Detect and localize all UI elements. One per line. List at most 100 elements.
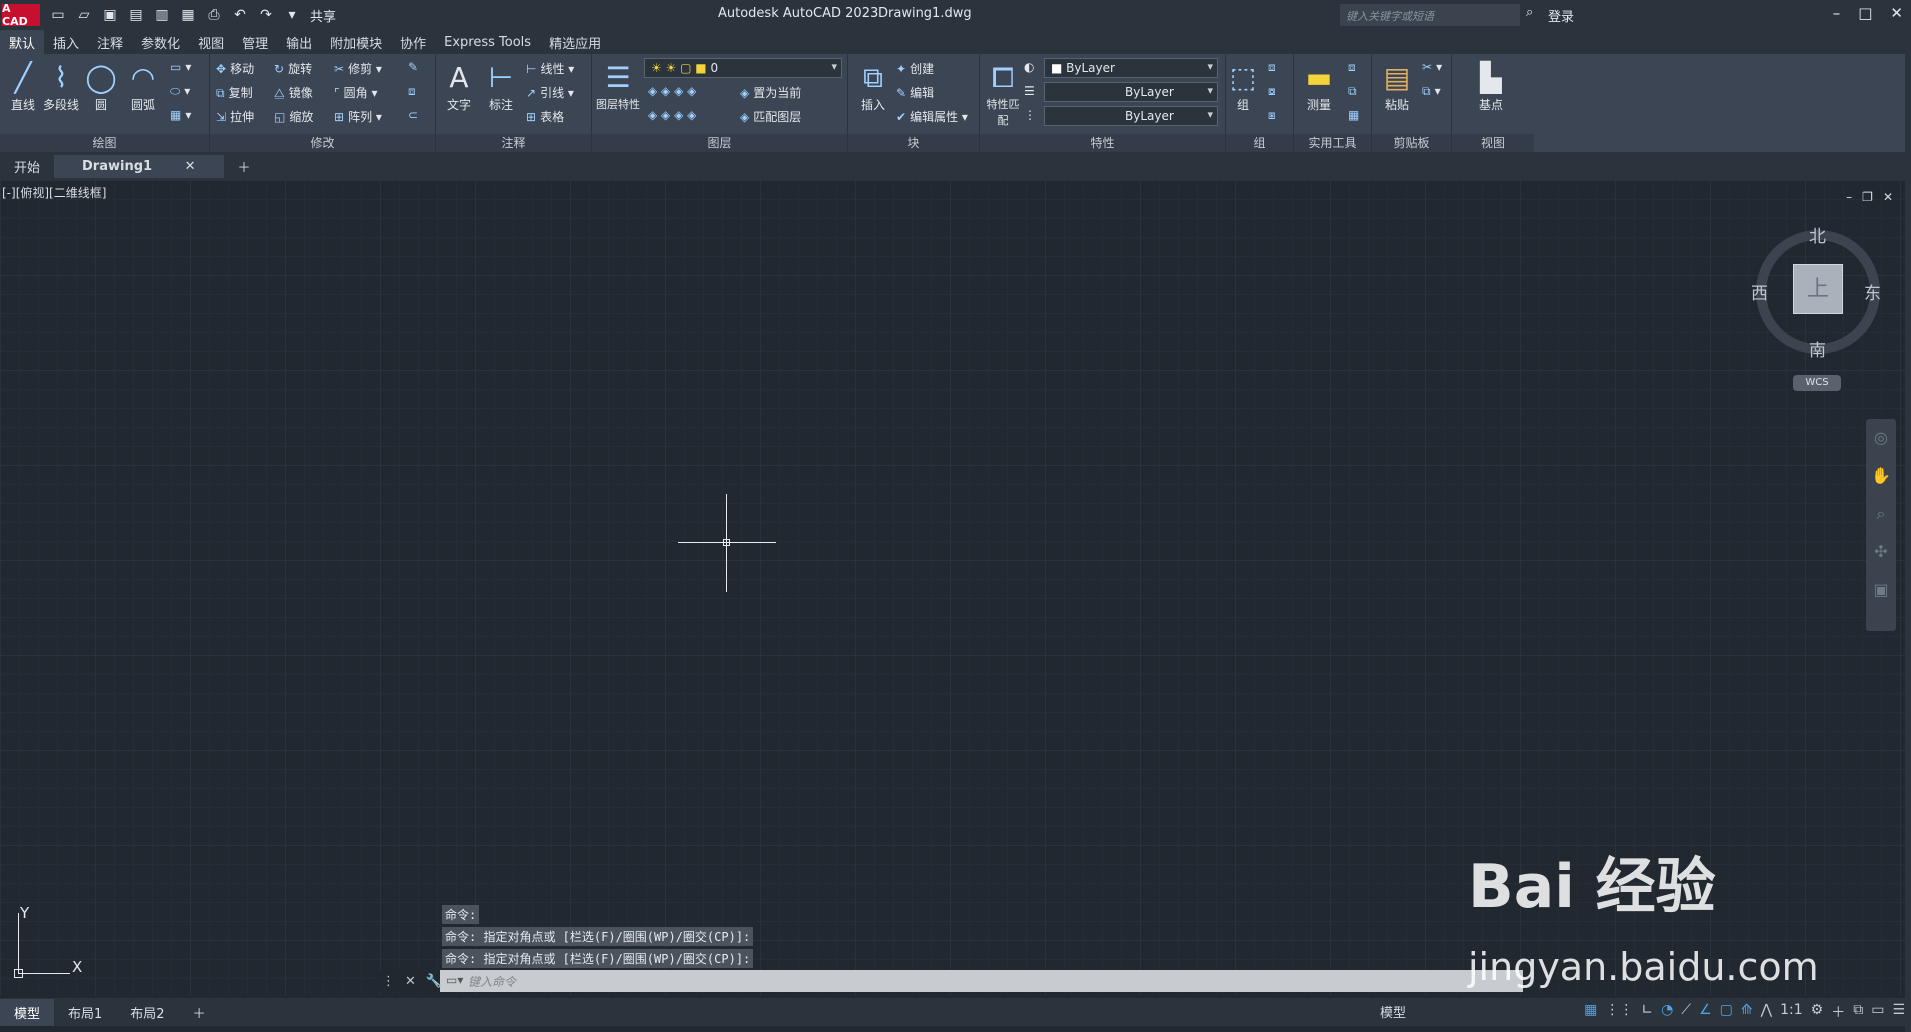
copy-clip-icon[interactable]: ⧉ ▾ (1422, 84, 1441, 99)
tab-parametric[interactable]: 参数化 (132, 30, 189, 55)
leader-button[interactable]: ↗ 引线 ▾ (526, 84, 574, 101)
polar-icon[interactable]: ◔ (1661, 1002, 1673, 1022)
quick-select-icon[interactable]: ⧈ (1348, 60, 1360, 75)
tab-start[interactable]: 开始 (0, 153, 54, 180)
redo-icon[interactable]: ↷ (256, 5, 276, 25)
offset-icon[interactable]: ⊂ (408, 108, 422, 122)
linetype-icon[interactable]: ☰ (1024, 84, 1035, 98)
compass-west[interactable]: 西 (1751, 279, 1768, 304)
login-button[interactable]: 登录 (1548, 6, 1574, 25)
panel-label-clipboard[interactable]: 剪贴板 (1372, 134, 1451, 152)
rectangle-icon[interactable]: ▭ ▾ (170, 60, 191, 74)
tab-collaborate[interactable]: 协作 (391, 30, 435, 55)
showmotion-icon[interactable]: ▣ (1866, 571, 1896, 609)
panel-label-modify[interactable]: 修改 (210, 134, 435, 152)
tab-output[interactable]: 输出 (277, 30, 321, 55)
lineweight-icon[interactable]: ⋮ (1024, 108, 1036, 122)
set-current-button[interactable]: ◈ 置为当前 (740, 84, 801, 101)
line-button[interactable]: ╱ 直线 (2, 60, 44, 113)
search-input[interactable]: 键入关键字或短语 (1340, 4, 1520, 26)
fillet-button[interactable]: ⌜ 圆角 ▾ (334, 84, 377, 101)
panel-label-draw[interactable]: 绘图 (0, 134, 209, 152)
steering-wheel-icon[interactable]: ◎ (1866, 419, 1896, 457)
pan-icon[interactable]: ✋ (1866, 457, 1896, 495)
linetype-dropdown[interactable]: ByLayer (1044, 82, 1218, 102)
annotation-visibility-icon[interactable]: ⟰ (1741, 1002, 1753, 1022)
scale-button[interactable]: ◱ 缩放 (274, 108, 313, 125)
menu-icon[interactable]: ☰ (1892, 1002, 1905, 1022)
app-logo[interactable]: A CAD (2, 2, 40, 28)
wcs-menu[interactable]: WCS (1793, 375, 1841, 391)
match-layer-button[interactable]: ◈ 匹配图层 (740, 108, 801, 125)
panel-label-utilities[interactable]: 实用工具 (1294, 134, 1371, 152)
grip-icon[interactable]: ⋮ (382, 974, 395, 989)
isolate-icon[interactable]: ⧉ (1853, 1002, 1863, 1022)
print-icon[interactable]: ⎙ (204, 5, 224, 25)
command-input[interactable]: 键入命令 (440, 973, 1523, 990)
share-button[interactable]: 共享 (310, 6, 336, 25)
ortho-icon[interactable]: ∟ (1641, 1002, 1653, 1022)
grid-icon[interactable]: ▦ (1584, 1002, 1597, 1022)
viewport-minimize-icon[interactable]: – (1846, 190, 1852, 204)
base-point-button[interactable]: ▙ 基点 (1470, 60, 1512, 113)
mirror-button[interactable]: ⧋ 镜像 (274, 84, 313, 101)
group-select-icon[interactable]: ⧆ (1268, 108, 1280, 123)
polyline-button[interactable]: ⌇ 多段线 (40, 60, 82, 113)
group-edit-icon[interactable]: ⧇ (1268, 84, 1280, 99)
autoscale-icon[interactable]: ⋀ (1761, 1002, 1772, 1022)
arc-button[interactable]: ◠ 圆弧 (122, 60, 164, 113)
insert-button[interactable]: ⧉ 插入 (852, 60, 894, 113)
plus-icon[interactable]: ＋ (1831, 1002, 1845, 1022)
trim-button[interactable]: ✂ 修剪 ▾ (334, 60, 382, 77)
rotate-button[interactable]: ↻ 旋转 (274, 60, 312, 77)
tab-layout1[interactable]: 布局1 (54, 999, 116, 1026)
publish-icon[interactable]: ▥ (152, 5, 172, 25)
stretch-button[interactable]: ⇲ 拉伸 (216, 108, 254, 125)
tab-model[interactable]: 模型 (0, 998, 55, 1026)
maximize-icon[interactable]: □ (1858, 4, 1872, 22)
panel-label-layers[interactable]: 图层 (592, 134, 847, 152)
new-icon[interactable]: ▭ (48, 5, 68, 25)
orbit-icon[interactable]: ✣ (1866, 533, 1896, 571)
lineweight-dropdown[interactable]: ByLayer (1044, 106, 1218, 126)
tab-addins[interactable]: 附加模块 (321, 30, 391, 55)
new-tab-icon[interactable]: ＋ (224, 153, 265, 180)
select-all-icon[interactable]: ⧉ (1348, 84, 1361, 99)
circle-button[interactable]: ◯ 圆 (80, 60, 122, 113)
tab-insert[interactable]: 插入 (44, 30, 88, 55)
calculator-icon[interactable]: ▦ (1348, 108, 1363, 122)
panel-label-block[interactable]: 块 (848, 134, 979, 152)
color-wheel-icon[interactable]: ◐ (1024, 60, 1034, 74)
minimize-icon[interactable]: – (1833, 4, 1841, 22)
save-icon[interactable]: ▣ (100, 5, 120, 25)
create-block-button[interactable]: ✦ 创建 (896, 60, 934, 77)
compass-south[interactable]: 南 (1809, 336, 1826, 361)
open-icon[interactable]: ▱ (74, 5, 94, 25)
match-properties-button[interactable]: ⧠ 特性匹配 (982, 60, 1024, 128)
hatch-icon[interactable]: ⬭ ▾ (170, 84, 190, 99)
zoom-icon[interactable]: ⌕ (1866, 495, 1896, 533)
panel-label-groups[interactable]: 组 (1226, 134, 1293, 152)
tab-drawing1[interactable]: Drawing1 ✕ (54, 154, 224, 178)
tab-featured-apps[interactable]: 精选应用 (540, 30, 610, 55)
move-button[interactable]: ✥ 移动 (216, 60, 254, 77)
close-tab-icon[interactable]: ✕ (171, 155, 210, 178)
table-button[interactable]: ⊞ 表格 (526, 108, 564, 125)
panel-label-annotation[interactable]: 注释 (436, 134, 591, 152)
viewport-close-icon[interactable]: ✕ (1883, 190, 1893, 204)
region-icon[interactable]: ▦ ▾ (170, 108, 191, 122)
viewport-label[interactable]: [-][俯视][二维线框] (2, 184, 106, 201)
viewport-restore-icon[interactable]: ❐ (1862, 190, 1873, 204)
object-snap-tracking-icon[interactable]: ∠ (1699, 1002, 1712, 1022)
dimension-button[interactable]: ⊢ 标注 (480, 60, 522, 113)
fullscreen-icon[interactable]: ▭ (1871, 1002, 1884, 1022)
array-button[interactable]: ⊞ 阵列 ▾ (334, 108, 382, 125)
group-button[interactable]: ⬚ 组 (1228, 60, 1258, 113)
measure-button[interactable]: ▬ 测量 (1298, 60, 1340, 113)
tab-annotate[interactable]: 注释 (88, 30, 132, 55)
tab-express-tools[interactable]: Express Tools (435, 32, 540, 53)
close-icon[interactable]: ✕ (1890, 4, 1903, 22)
add-layout-icon[interactable]: ＋ (179, 999, 220, 1026)
edit-block-button[interactable]: ✎ 编辑 (896, 84, 934, 101)
search-icon[interactable]: ⌕ (1526, 5, 1533, 20)
